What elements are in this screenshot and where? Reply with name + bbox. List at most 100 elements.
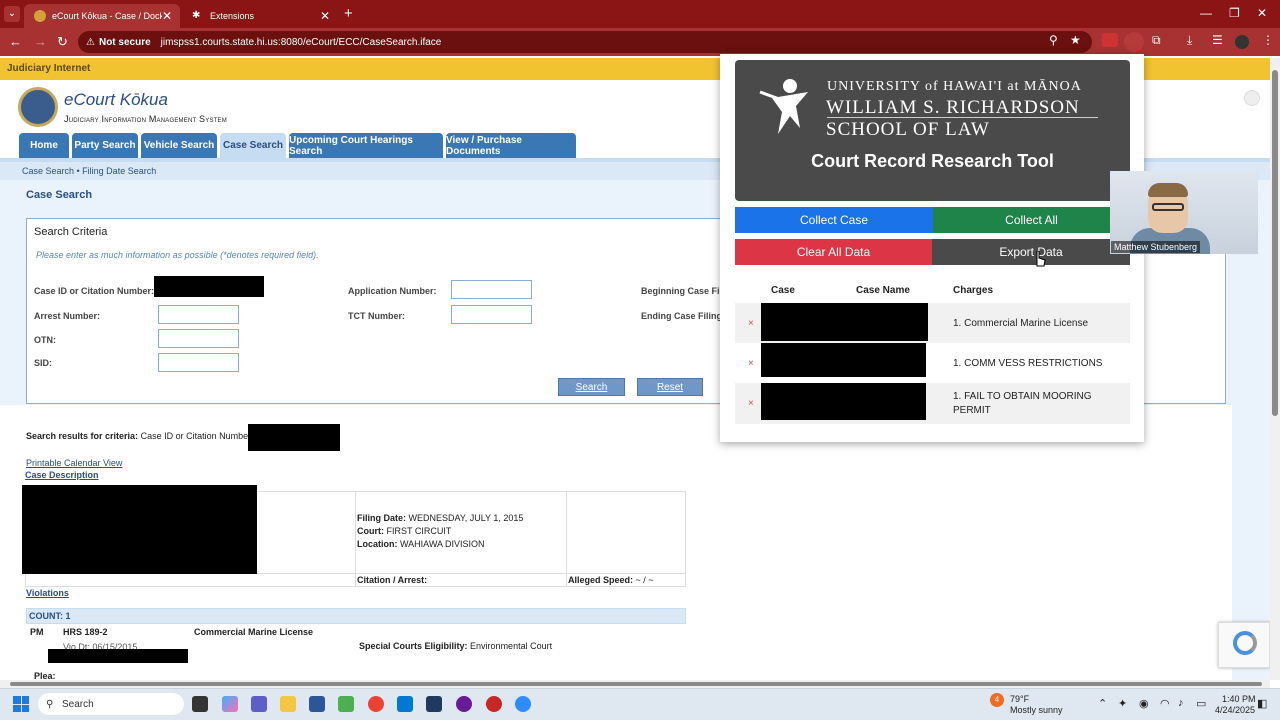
volume-icon[interactable]: ♪ (1178, 697, 1184, 709)
download-icon[interactable]: ⤓ (1187, 33, 1192, 48)
menu-icon[interactable]: ⋮ (1262, 33, 1274, 47)
close-tab-icon[interactable]: ✕ (320, 9, 330, 23)
remove-row-button[interactable]: × (748, 358, 754, 369)
arrest-number-input[interactable] (158, 305, 239, 324)
notification-icon[interactable]: ◧ (1257, 697, 1267, 710)
reading-list-icon[interactable]: ☰ (1212, 33, 1223, 47)
speed-line: Alleged Speed: ~ / ~ (568, 575, 654, 585)
arrest-label: Arrest Number: (34, 311, 101, 321)
extensions-puzzle-icon[interactable]: ⧉ (1152, 33, 1161, 48)
clear-all-data-button[interactable]: Clear All Data (735, 239, 932, 265)
reset-button[interactable]: Reset (637, 378, 703, 396)
recaptcha-badge[interactable] (1218, 622, 1270, 668)
results-criteria-value: Case ID or Citation Number: (140, 431, 254, 441)
horizontal-scroll-thumb[interactable] (10, 682, 1262, 686)
clock-time[interactable]: 1:40 PM (1222, 694, 1256, 704)
search-button[interactable]: Search (558, 378, 625, 396)
tab-title: Extensions (210, 11, 255, 21)
address-bar[interactable]: ⚠ Not secure jimspss1.courts.state.hi.us… (78, 31, 1092, 53)
puzzle-icon: ✱ (192, 10, 201, 21)
minimize-button[interactable]: — (1200, 6, 1212, 20)
spreadsheet-app-icon[interactable] (338, 696, 354, 712)
extension-icon[interactable] (1102, 33, 1118, 47)
taskbar-search[interactable]: ⚲ Search (38, 693, 184, 715)
export-data-button[interactable]: Export Data (932, 239, 1130, 265)
tab-extensions[interactable]: ✱ Extensions ✕ (182, 4, 338, 28)
vertical-scroll-thumb[interactable] (1272, 70, 1278, 416)
zoom-icon[interactable]: ⚲ (1049, 33, 1058, 47)
application-number-input[interactable] (451, 280, 532, 299)
chevron-up-icon[interactable]: ⌃ (1098, 697, 1107, 710)
tab-upcoming-hearings[interactable]: Upcoming Court Hearings Search (289, 133, 443, 158)
chrome-profile-icon[interactable] (486, 696, 502, 712)
tct-number-input[interactable] (451, 305, 532, 324)
sid-label: SID: (34, 358, 52, 368)
case-description-heading[interactable]: Case Description (25, 470, 99, 480)
tab-title: eCourt Kōkua - Case / Docket S (52, 11, 162, 21)
file-explorer-icon[interactable] (280, 696, 296, 712)
tab-view-purchase[interactable]: View / Purchase Documents (446, 133, 576, 158)
tab-search-dropdown[interactable]: ⌄ (4, 6, 20, 22)
close-window-button[interactable]: ✕ (1257, 6, 1267, 20)
teams-icon[interactable] (251, 696, 267, 712)
tab-party-search[interactable]: Party Search (72, 133, 138, 158)
criteria-note: Please enter as much information as poss… (36, 250, 319, 260)
collect-all-button[interactable]: Collect All (933, 207, 1130, 233)
filing-date-line: Filing Date: WEDNESDAY, JULY 1, 2015 (357, 513, 523, 523)
word-icon[interactable] (309, 696, 325, 712)
redacted-case-id[interactable] (154, 276, 264, 297)
law-line-2: SCHOOL OF LAW (826, 119, 990, 140)
webcam-glasses (1152, 203, 1184, 211)
warning-icon: ⚠ (86, 36, 95, 48)
app-icon[interactable] (426, 696, 442, 712)
violations-heading[interactable]: Violations (26, 588, 69, 598)
taskbar-search-label: Search (62, 698, 94, 710)
copilot-icon[interactable] (222, 696, 238, 712)
podcast-app-icon[interactable] (456, 696, 472, 712)
reload-button[interactable]: ↻ (57, 34, 68, 50)
otn-input[interactable] (158, 329, 239, 348)
zoom-app-icon[interactable] (515, 696, 531, 712)
redacted-case (761, 383, 926, 420)
column-case: Case (771, 285, 795, 296)
tab-ecourt[interactable]: eCourt Kōkua - Case / Docket S ✕ (24, 4, 180, 28)
speed-value: ~ / ~ (635, 575, 654, 585)
wifi-icon[interactable]: ◠ (1160, 697, 1170, 710)
maximize-button[interactable]: ❐ (1229, 6, 1240, 20)
tab-vehicle-search[interactable]: Vehicle Search (141, 133, 217, 158)
avatar[interactable] (1235, 35, 1249, 49)
new-tab-button[interactable]: + (344, 5, 353, 22)
court-line: Court: FIRST CIRCUIT (357, 526, 451, 536)
filing-date-label: Filing Date: (357, 513, 406, 523)
citation-arrest-label: Citation / Arrest: (357, 575, 428, 585)
tray-app-icon[interactable]: ◉ (1139, 697, 1149, 710)
tray-app-icon[interactable]: ✦ (1118, 697, 1127, 710)
back-button[interactable]: ← (9, 34, 22, 49)
not-secure-label: Not secure (98, 36, 151, 48)
vscode-icon[interactable] (397, 696, 413, 712)
forward-button[interactable]: → (34, 34, 47, 49)
filing-date-value: WEDNESDAY, JULY 1, 2015 (408, 513, 524, 523)
close-tab-icon[interactable]: ✕ (162, 9, 172, 23)
location-line: Location: WAHIAWA DIVISION (357, 539, 485, 549)
weather-desc[interactable]: Mostly sunny (1010, 705, 1063, 715)
battery-icon[interactable]: ▭ (1196, 697, 1206, 710)
profile-extension-icon[interactable] (1124, 32, 1144, 52)
collect-case-button[interactable]: Collect Case (735, 207, 933, 233)
redacted-case (761, 303, 928, 341)
bookmark-star-icon[interactable]: ★ (1070, 33, 1081, 47)
weather-badge[interactable]: 4 (990, 693, 1004, 707)
task-view-icon[interactable] (192, 696, 208, 712)
remove-row-button[interactable]: × (748, 398, 754, 409)
remove-row-button[interactable]: × (748, 318, 754, 329)
tab-case-search[interactable]: Case Search (220, 133, 286, 158)
windows-start-icon[interactable] (13, 696, 29, 712)
chrome-icon[interactable] (368, 696, 384, 712)
printable-calendar-link[interactable]: Printable Calendar View (26, 458, 122, 468)
clock-date[interactable]: 4/24/2025 (1215, 705, 1255, 715)
url-text: jimspss1.courts.state.hi.us:8080/eCourt/… (160, 36, 442, 48)
webcam-name-label: Matthew Stubenberg (1111, 241, 1201, 253)
sid-input[interactable] (158, 353, 239, 372)
tab-home[interactable]: Home (19, 133, 69, 158)
weather-temp[interactable]: 79°F (1010, 694, 1029, 704)
